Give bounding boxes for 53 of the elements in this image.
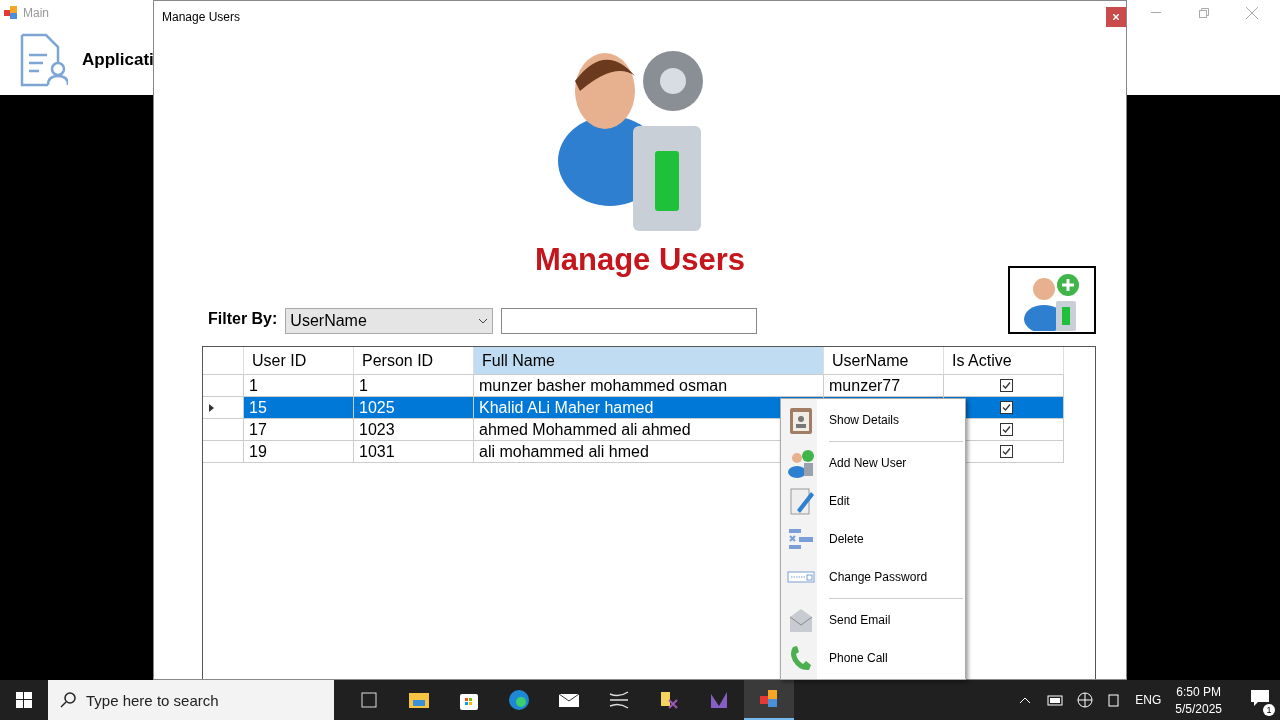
table-cell: 19 <box>244 441 354 463</box>
menu-item[interactable]: Phone Call <box>781 639 965 677</box>
language-indicator[interactable]: ENG <box>1135 693 1162 707</box>
menu-item[interactable]: Send Email <box>781 601 965 639</box>
column-header[interactable]: UserName <box>824 347 944 375</box>
windows-logo-icon <box>16 692 32 708</box>
search-field[interactable]: Type here to search <box>48 680 334 720</box>
table-cell: 1 <box>354 375 474 397</box>
clipboard-icon <box>787 405 815 435</box>
menu-item[interactable]: Delete <box>781 520 965 558</box>
close-button[interactable] <box>1106 7 1126 27</box>
table-cell: 1031 <box>354 441 474 463</box>
device-icon[interactable] <box>1107 692 1122 708</box>
dialog-title: Manage Users <box>162 10 241 24</box>
menu-item[interactable]: Edit <box>781 482 965 520</box>
globe-icon[interactable] <box>1077 692 1094 708</box>
table-cell: 1025 <box>354 397 474 419</box>
edit-document-icon <box>787 486 815 516</box>
add-user-button[interactable] <box>1008 266 1096 334</box>
column-header[interactable]: Full Name <box>474 347 824 375</box>
cables-icon[interactable] <box>607 688 631 712</box>
window-title: Main <box>23 5 49 20</box>
table-cell: 15 <box>244 397 354 419</box>
add-user-icon <box>787 448 815 478</box>
filter-dropdown[interactable]: UserName <box>285 308 494 334</box>
row-pointer-icon <box>209 403 214 412</box>
heading: Manage Users <box>533 242 747 278</box>
battery-icon[interactable] <box>1045 694 1064 706</box>
table-cell: 1023 <box>354 419 474 441</box>
close-icon <box>1113 14 1119 20</box>
table-cell: 17 <box>244 419 354 441</box>
search-icon <box>60 692 76 708</box>
filter-field[interactable] <box>501 308 758 334</box>
caret-icon <box>478 318 489 324</box>
column-header[interactable]: Is Active <box>944 347 1064 375</box>
chevron-up-icon[interactable] <box>1019 696 1032 704</box>
close-icon <box>1246 6 1258 19</box>
column-header[interactable]: Person ID <box>354 347 474 375</box>
table-cell: 1 <box>244 375 354 397</box>
menu-item[interactable]: Change Password <box>781 558 965 596</box>
table-cell: munzer basher mohammed osman <box>474 375 824 397</box>
document-user-icon <box>20 33 68 87</box>
browser-icon[interactable] <box>507 688 531 712</box>
table-cell: munzer77 <box>824 375 944 397</box>
notification-badge: 1 <box>1263 704 1275 716</box>
minimize-icon <box>1151 11 1161 14</box>
column-header[interactable]: User ID <box>244 347 354 375</box>
header-title: Applicati <box>82 50 154 70</box>
clock[interactable]: 6:50 PM 5/5/2025 <box>1175 684 1222 716</box>
notification-icon[interactable] <box>1250 689 1270 707</box>
restore-icon <box>1199 7 1209 18</box>
filter-label: Filter By: <box>208 310 278 328</box>
app-icon <box>4 5 18 20</box>
